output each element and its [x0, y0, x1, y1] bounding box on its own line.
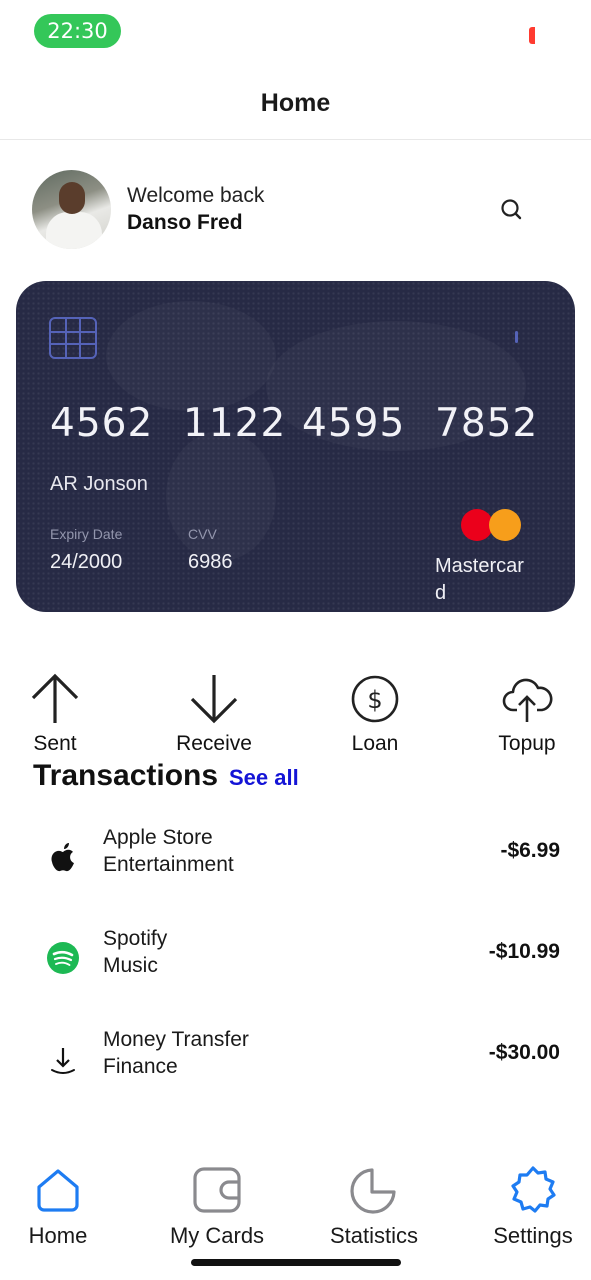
map-region: [106, 301, 276, 411]
card-brand: Mastercard: [435, 555, 524, 604]
tab-label: My Cards: [169, 1223, 265, 1248]
tab-statistics[interactable]: Statistics: [309, 1164, 439, 1254]
see-all-link[interactable]: See all: [229, 765, 299, 791]
sent-label: Sent: [33, 732, 77, 755]
spotify-icon: [47, 942, 79, 974]
page-title: Home: [260, 89, 331, 117]
transaction-name: Money Transfer: [103, 1028, 249, 1051]
search-button[interactable]: [498, 196, 526, 224]
status-time: 22:30: [34, 14, 121, 48]
loan-label: Loan: [351, 732, 399, 755]
gear-icon: [511, 1166, 556, 1213]
tab-label: Home: [28, 1223, 88, 1248]
arrow-down-icon: [190, 675, 238, 724]
tab-home[interactable]: Home: [0, 1164, 123, 1254]
cloud-upload-icon: [502, 678, 553, 722]
receive-button[interactable]: Receive: [159, 672, 269, 762]
transaction-amount: -$30.00: [488, 1041, 560, 1064]
profile-row: Welcome back Danso Fred: [32, 170, 552, 250]
card-number-group: 4562: [50, 401, 154, 446]
dollar-circle-icon: $: [351, 675, 399, 723]
card-holder: AR Jonson: [50, 473, 148, 495]
topup-label: Topup: [498, 732, 556, 755]
transaction-row[interactable]: Money Transfer Finance -$30.00: [40, 1028, 560, 1088]
nav-header: Home: [0, 62, 591, 140]
map-region: [166, 431, 276, 561]
receive-label: Receive: [176, 732, 252, 755]
cvv-value: 6986: [188, 551, 233, 573]
topup-button[interactable]: Topup: [472, 672, 582, 762]
transaction-amount: -$6.99: [500, 839, 560, 862]
card-chip-icon: [49, 317, 97, 359]
svg-text:$: $: [367, 686, 382, 714]
sent-button[interactable]: Sent: [0, 672, 110, 762]
transaction-category: Music: [103, 954, 158, 977]
contactless-icon: [515, 331, 518, 343]
wallet-icon: [193, 1167, 241, 1213]
tab-label: Statistics: [329, 1223, 419, 1248]
transaction-category: Entertainment: [103, 853, 234, 876]
card-number-group: 7852: [435, 401, 539, 446]
transaction-row[interactable]: Spotify Music -$10.99: [40, 927, 560, 987]
battery-icon: [529, 27, 535, 44]
transaction-category: Finance: [103, 1055, 178, 1078]
status-bar: 22:30: [0, 0, 591, 62]
tab-my-cards[interactable]: My Cards: [152, 1164, 282, 1254]
transaction-amount: -$10.99: [488, 940, 560, 963]
tab-settings[interactable]: Settings: [468, 1164, 591, 1254]
download-icon: [51, 1048, 75, 1074]
search-icon: [501, 199, 522, 220]
tab-label: Settings: [493, 1223, 573, 1248]
avatar-head: [59, 182, 85, 214]
expiry-value: 24/2000: [50, 551, 123, 573]
card-number-group: 4595: [302, 401, 406, 446]
transaction-name: Spotify: [103, 927, 168, 950]
apple-icon: [51, 843, 74, 872]
mastercard-logo-orange: [489, 509, 521, 541]
cvv-label: CVV: [188, 526, 217, 542]
welcome-text: Welcome back: [127, 184, 265, 207]
transaction-row[interactable]: Apple Store Entertainment -$6.99: [40, 826, 560, 886]
avatar[interactable]: [32, 170, 111, 249]
card-number-group: 1122: [183, 401, 287, 446]
transaction-name: Apple Store: [103, 826, 213, 849]
transactions-title: Transactions: [33, 759, 219, 792]
pie-chart-icon: [350, 1168, 396, 1214]
avatar-shirt: [46, 212, 102, 249]
credit-card[interactable]: 4562 1122 4595 7852 AR Jonson Expiry Dat…: [16, 281, 575, 612]
loan-button[interactable]: $ Loan: [320, 672, 430, 762]
user-name: Danso Fred: [127, 211, 243, 234]
home-indicator: [191, 1259, 401, 1266]
expiry-label: Expiry Date: [50, 526, 123, 542]
arrow-up-icon: [31, 673, 79, 723]
home-icon: [37, 1169, 79, 1212]
